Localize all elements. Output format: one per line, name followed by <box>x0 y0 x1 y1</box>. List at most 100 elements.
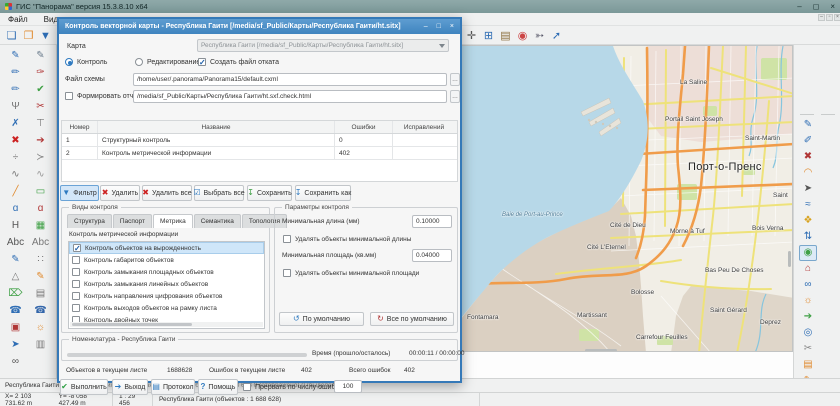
phone-alt-icon[interactable]: ☎ <box>28 302 53 319</box>
points-icon[interactable]: ∷ <box>28 251 53 268</box>
text-abc-icon[interactable]: Abc <box>3 234 28 251</box>
pencil-blue-icon[interactable]: ✎ <box>3 251 28 268</box>
direction-icon[interactable]: ≻ <box>28 149 53 166</box>
maximize-icon[interactable]: ◻ <box>813 2 820 11</box>
report-browse-button[interactable]: … <box>450 90 460 103</box>
color-wheel-icon[interactable]: ◉ <box>514 28 531 45</box>
cross-point-icon[interactable]: ✗ <box>3 115 28 132</box>
tab-semantic[interactable]: Семантика <box>194 214 241 228</box>
bridge-icon[interactable]: ◠ <box>799 165 817 181</box>
settings-sun-icon[interactable]: ☼ <box>28 319 53 336</box>
dialog-minimize-icon[interactable]: – <box>424 23 428 30</box>
binoculars-icon[interactable]: ∞ <box>799 277 817 293</box>
panels-icon[interactable]: ⊞ <box>480 28 497 45</box>
new-map-icon[interactable]: ❏ <box>3 28 20 45</box>
home-icon[interactable]: ⌂ <box>799 261 817 277</box>
edit-radio[interactable] <box>135 58 143 66</box>
control-radio[interactable] <box>65 58 73 66</box>
minimize-icon[interactable]: – <box>797 2 801 11</box>
delete-route-icon[interactable]: ✖ <box>799 149 817 165</box>
dolphin-icon[interactable]: ≈ <box>799 197 817 213</box>
delete-min-length-checkbox[interactable] <box>283 235 291 243</box>
erase-icon[interactable]: ⌦ <box>3 285 28 302</box>
save-as-button[interactable]: ↧ Сохранить как <box>295 185 351 201</box>
move-point-icon[interactable]: ➔ <box>28 132 53 149</box>
scheme-browse-button[interactable]: … <box>450 73 460 86</box>
control-radio-label[interactable]: Контроль <box>77 59 107 66</box>
node-edit-icon[interactable]: ⊤ <box>28 115 53 132</box>
check-item[interactable]: Контроль направления цифрования объектов <box>69 290 264 302</box>
pan-icon[interactable]: ✛ <box>463 28 480 45</box>
table-row[interactable]: 1Структурный контроль 0 <box>62 134 457 147</box>
edit-radio-label[interactable]: Редактирование <box>147 59 200 66</box>
dialog-maximize-icon[interactable]: □ <box>437 23 441 30</box>
delete-min-area-checkbox[interactable] <box>283 269 291 277</box>
mdi-restore-icon[interactable]: ▫ <box>826 14 833 21</box>
mdi-close-icon[interactable]: × <box>834 14 840 21</box>
abort-on-errors-label[interactable]: Прервать по числу ошибок <box>255 384 343 391</box>
accept-brush-icon[interactable]: ✔ <box>28 81 53 98</box>
check-item[interactable]: Контроль габаритов объектов <box>69 254 264 266</box>
delete-min-length-label[interactable]: Удалять объекты минимальной длины <box>295 236 411 243</box>
exit-door-icon[interactable]: ➔ <box>799 309 817 325</box>
label-a-del-icon[interactable]: ɑ <box>28 200 53 217</box>
phone-icon[interactable]: ☎ <box>3 302 28 319</box>
cut-route-icon[interactable]: ✂ <box>799 341 817 357</box>
check-item[interactable]: Контроль замыкания площадных объектов <box>69 266 264 278</box>
text-h-icon[interactable]: H <box>3 217 28 234</box>
grid-green-icon[interactable]: ▦ <box>28 217 53 234</box>
tab-metric[interactable]: Метрика <box>153 214 193 228</box>
map-view[interactable]: La SalinePortail Saint JosephSaint-Marti… <box>460 45 793 352</box>
glasses-icon[interactable]: ∞ <box>3 353 28 370</box>
line-tool-icon[interactable]: ╱ <box>3 183 28 200</box>
scheme-file-input[interactable] <box>133 73 447 86</box>
spline-icon[interactable]: ∿ <box>3 166 28 183</box>
draw-pencil-icon[interactable]: ✏ <box>3 81 28 98</box>
camera-icon[interactable]: ▣ <box>3 319 28 336</box>
run-small-icon[interactable]: ➤ <box>3 336 28 353</box>
route-pencil2-icon[interactable]: ✐ <box>799 133 817 149</box>
target-icon[interactable]: ◎ <box>799 325 817 341</box>
report-checkbox[interactable] <box>65 92 73 100</box>
checklist-hscrollbar[interactable] <box>70 322 263 327</box>
table-row[interactable]: 2Контроль метрической информации 402 <box>62 147 457 160</box>
rollback-checkbox[interactable] <box>198 58 206 66</box>
merge-nodes-icon[interactable]: Ψ <box>3 98 28 115</box>
delete-min-area-label[interactable]: Удалять объекты минимальной площади <box>295 270 419 277</box>
min-length-input[interactable] <box>412 215 452 228</box>
dialog-titlebar[interactable]: Контроль векторной карты - Республика Га… <box>59 19 460 34</box>
run-button[interactable]: ✔ Выполнить <box>60 379 108 395</box>
help-button[interactable]: ? Помощь <box>198 379 238 395</box>
min-area-input[interactable] <box>412 249 452 262</box>
exit-button[interactable]: ➔ Выход <box>112 379 148 395</box>
menu-file[interactable]: Файл <box>0 15 36 24</box>
delete-object-icon[interactable]: ✖ <box>3 132 28 149</box>
check-item[interactable]: Контроль замыкания линейных объектов <box>69 278 264 290</box>
abort-count-input[interactable] <box>334 380 362 393</box>
text-abc-alt-icon[interactable]: Abc <box>28 234 53 251</box>
spline-smooth-icon[interactable]: ∿ <box>28 166 53 183</box>
default-button[interactable]: ↺ По умолчанию <box>279 312 364 326</box>
select-pencil-alt-icon[interactable]: ✎ <box>28 47 53 64</box>
tab-passport[interactable]: Паспорт <box>113 214 152 228</box>
bird-view-icon[interactable]: ➳ <box>531 28 548 45</box>
metric-checklist[interactable]: Контроль объектов на вырожденность Контр… <box>68 241 265 329</box>
triangle-icon[interactable]: △ <box>3 268 28 285</box>
open-map-icon[interactable]: ❐ <box>20 28 37 45</box>
pencil-orange-icon[interactable]: ✎ <box>28 268 53 285</box>
arrows-updown-icon[interactable]: ⇅ <box>799 229 817 245</box>
select-pencil-icon[interactable]: ✎ <box>3 47 28 64</box>
sheet-icon[interactable]: ▤ <box>28 285 53 302</box>
gear-sun-icon[interactable]: ☼ <box>799 293 817 309</box>
object-info-icon[interactable]: ➚ <box>548 28 565 45</box>
label-a-icon[interactable]: ɑ <box>3 200 28 217</box>
all-default-button[interactable]: ↻ Все по умолчанию <box>370 312 454 326</box>
select-all-button[interactable]: ☑ Выбрать все <box>194 185 244 201</box>
close-icon[interactable]: × <box>830 2 835 11</box>
report-checkbox-label[interactable]: Формировать отчет <box>77 93 140 100</box>
check-item[interactable]: Контроль объектов на вырожденность <box>69 242 264 254</box>
save-button[interactable]: ↧ Сохранить <box>247 185 292 201</box>
map-combo[interactable]: Республика Гаити [/media/sf_Public/Карты… <box>197 39 449 52</box>
delete-button[interactable]: ✖ Удалить <box>100 185 140 201</box>
shapes-icon[interactable]: ❖ <box>799 213 817 229</box>
